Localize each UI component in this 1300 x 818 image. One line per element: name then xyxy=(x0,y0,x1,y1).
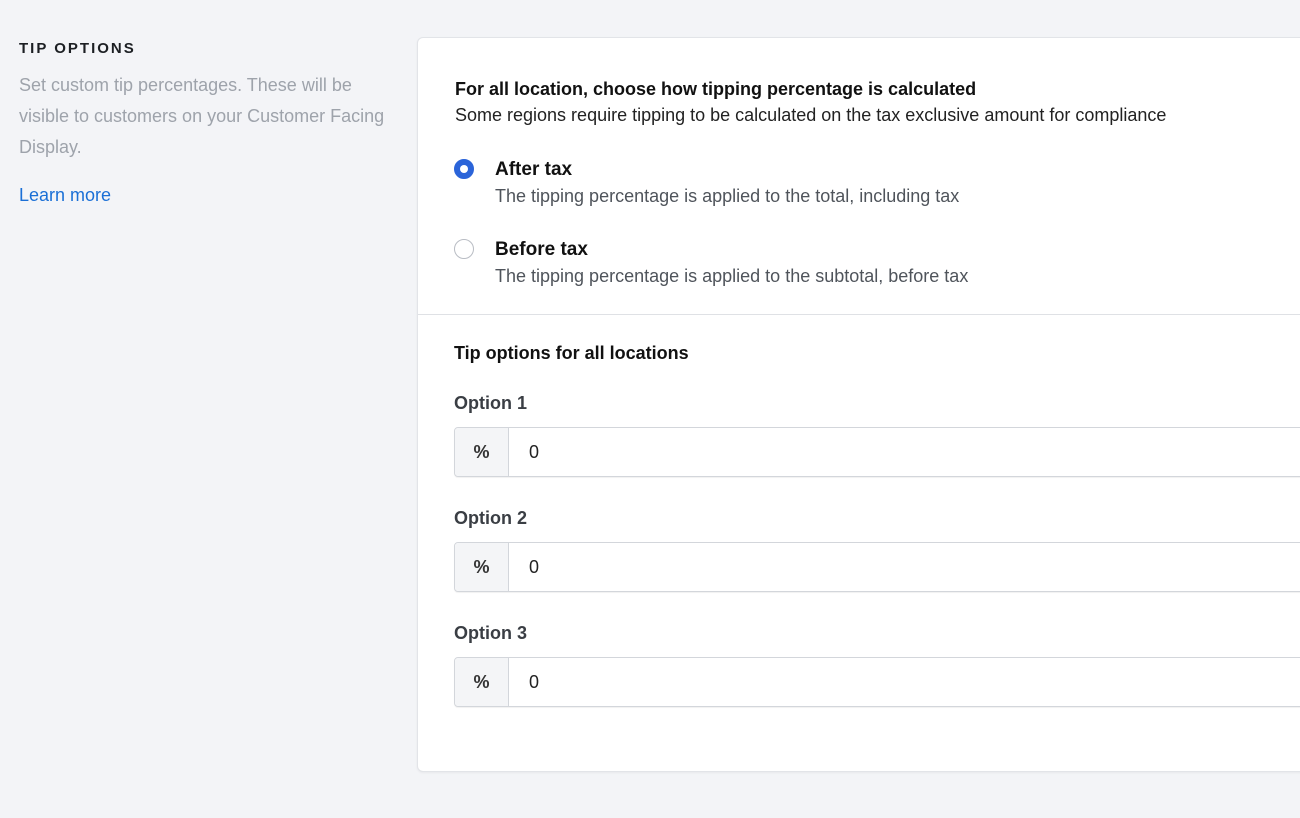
option-1-label: Option 1 xyxy=(454,393,527,413)
after-tax-radio-option[interactable]: After tax The tipping percentage is appl… xyxy=(454,158,959,210)
tip-options-title: Tip options for all locations xyxy=(454,343,689,363)
before-tax-radio-option[interactable]: Before tax The tipping percentage is app… xyxy=(454,238,968,290)
option-3-input-group: % xyxy=(454,657,1300,707)
option-1-input-group: % xyxy=(454,427,1300,477)
after-tax-label: After tax xyxy=(495,159,573,180)
percent-addon: % xyxy=(455,543,509,591)
tip-calculation-description: Some regions require tipping to be calcu… xyxy=(455,105,1167,125)
option-1-input[interactable] xyxy=(509,428,1300,476)
percent-addon: % xyxy=(455,428,509,476)
percent-addon: % xyxy=(455,658,509,706)
tip-calculation-header: For all location, choose how tipping per… xyxy=(455,76,1295,126)
option-2-label: Option 2 xyxy=(454,508,527,528)
section-title: TIP OPTIONS xyxy=(19,40,136,57)
tip-settings-card: For all location, choose how tipping per… xyxy=(417,37,1300,772)
option-2-input-group: % xyxy=(454,542,1300,592)
before-tax-radio-button[interactable] xyxy=(454,239,474,259)
before-tax-label: Before tax xyxy=(495,239,588,260)
after-tax-help-text: The tipping percentage is applied to the… xyxy=(495,186,960,206)
tip-options-page: TIP OPTIONS Set custom tip percentages. … xyxy=(0,0,1300,818)
section-divider xyxy=(418,314,1300,315)
option-3-label: Option 3 xyxy=(454,623,527,643)
learn-more-link[interactable]: Learn more xyxy=(19,185,111,206)
option-2-input[interactable] xyxy=(509,543,1300,591)
after-tax-radio-button[interactable] xyxy=(454,159,474,179)
before-tax-help-text: The tipping percentage is applied to the… xyxy=(495,266,969,286)
section-description: Set custom tip percentages. These will b… xyxy=(19,75,385,157)
option-3-input[interactable] xyxy=(509,658,1300,706)
tip-options-description-column: TIP OPTIONS Set custom tip percentages. … xyxy=(19,40,399,206)
tip-calculation-title: For all location, choose how tipping per… xyxy=(455,79,977,99)
